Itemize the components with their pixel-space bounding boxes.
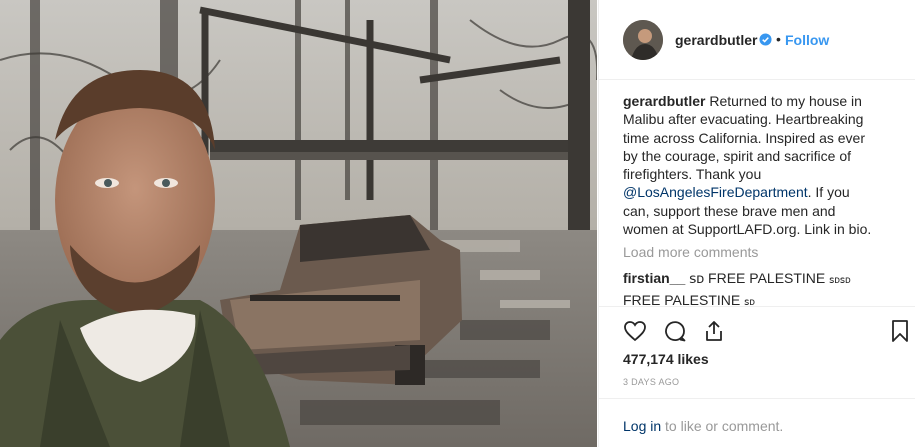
- post-header: gerardbutler • Follow: [599, 0, 915, 80]
- header-username[interactable]: gerardbutler: [675, 32, 757, 48]
- burned-house-selfie-image: [0, 0, 597, 447]
- comment-username[interactable]: firstian__: [623, 270, 685, 286]
- post-footer: Log in to like or comment.: [599, 398, 915, 448]
- login-prompt-text: to like or comment.: [661, 418, 784, 434]
- post-date[interactable]: 3 DAYS AGO: [623, 377, 679, 387]
- post-sidebar: gerardbutler • Follow gerardbutler Retur…: [598, 0, 915, 447]
- verified-badge-icon: [759, 33, 772, 46]
- bookmark-icon[interactable]: [888, 319, 912, 343]
- action-bar: [599, 306, 915, 347]
- login-prompt: Log in to like or comment.: [623, 418, 783, 434]
- load-more-comments-button[interactable]: Load more comments: [623, 244, 758, 260]
- caption-mention-link[interactable]: @LosAngelesFireDepartment: [623, 184, 808, 200]
- heart-icon[interactable]: [623, 319, 647, 343]
- share-icon[interactable]: [702, 319, 726, 343]
- separator-dot: •: [776, 31, 781, 47]
- comment-icon[interactable]: [663, 319, 687, 343]
- likes-count[interactable]: 477,174 likes: [623, 351, 709, 367]
- avatar[interactable]: [623, 20, 663, 60]
- comment-text: ꜱᴅ FREE PALESTINE: [685, 270, 830, 286]
- post-caption: gerardbutler Returned to my house in Mal…: [623, 92, 873, 238]
- follow-button[interactable]: Follow: [785, 32, 829, 48]
- post-photo[interactable]: [0, 0, 597, 447]
- comment-text-small: ꜱᴅꜱᴅ: [829, 275, 851, 286]
- avatar-image: [623, 20, 663, 60]
- caption-username[interactable]: gerardbutler: [623, 93, 705, 109]
- login-link[interactable]: Log in: [623, 418, 661, 434]
- instagram-post: gerardbutler • Follow gerardbutler Retur…: [0, 0, 915, 447]
